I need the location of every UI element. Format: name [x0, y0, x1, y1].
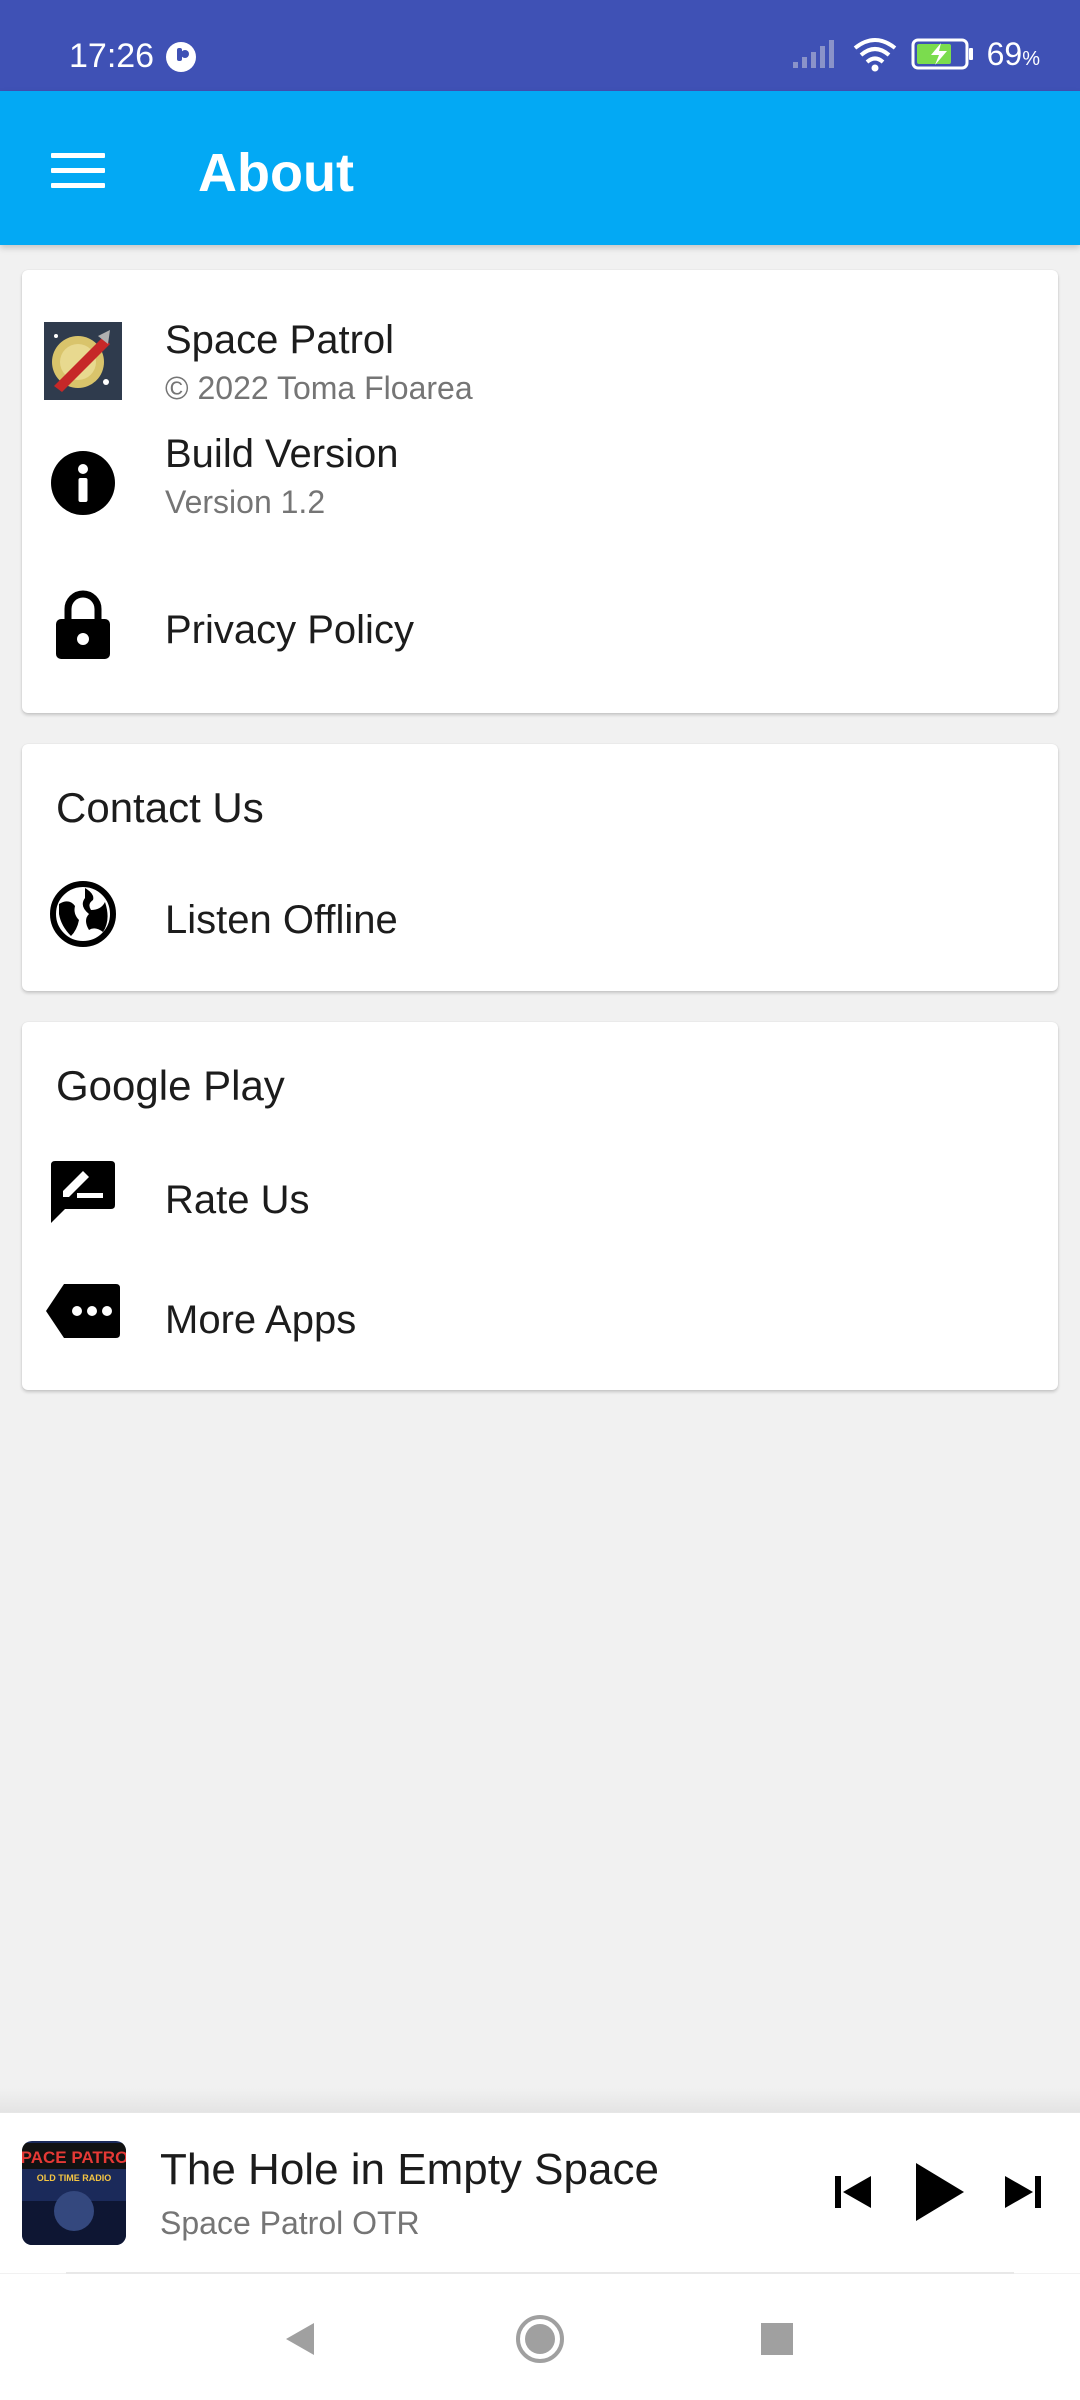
nav-recents-button[interactable]	[732, 2296, 822, 2386]
contact-heading: Contact Us	[56, 784, 264, 831]
battery-charging-icon	[911, 37, 975, 76]
app-bar: About	[0, 91, 1080, 245]
about-card: Space Patrol © 2022 Toma Floarea Build V…	[22, 270, 1058, 713]
rate-us-label: Rate Us	[165, 1178, 310, 1222]
nav-back-button[interactable]	[255, 2296, 345, 2386]
skip-previous-button[interactable]	[818, 2159, 888, 2229]
notification-icon	[164, 40, 198, 74]
google-play-heading: Google Play	[56, 1062, 285, 1109]
more-apps-icon	[44, 1272, 122, 1350]
listen-offline-row[interactable]: Listen Offline	[22, 864, 1058, 974]
privacy-policy-label: Privacy Policy	[165, 608, 414, 652]
build-version-row: Build Version Version 1.2	[22, 410, 1058, 530]
build-version-value: Version 1.2	[165, 484, 326, 520]
battery-level: 69%	[986, 35, 1040, 72]
privacy-policy-row[interactable]: Privacy Policy	[22, 560, 1058, 690]
album-art: SPACE PATROL OLD TIME RADIO	[22, 2141, 126, 2245]
info-icon	[44, 444, 122, 522]
wifi-icon	[851, 36, 899, 77]
contact-card: Contact Us Listen Offline	[22, 744, 1058, 991]
app-info-row: Space Patrol © 2022 Toma Floarea	[22, 270, 1058, 410]
back-triangle-icon	[280, 2319, 320, 2364]
signal-icon	[791, 38, 839, 75]
menu-button[interactable]	[38, 133, 118, 213]
lock-icon	[44, 586, 122, 664]
app-logo-icon	[44, 322, 122, 400]
more-apps-row[interactable]: More Apps	[22, 1262, 1058, 1377]
track-title: The Hole in Empty Space	[160, 2145, 659, 2194]
more-apps-label: More Apps	[165, 1298, 357, 1342]
home-circle-icon	[514, 2313, 566, 2370]
player-shadow	[0, 2088, 1080, 2112]
recents-square-icon	[759, 2321, 795, 2362]
play-icon	[914, 2161, 966, 2228]
copyright-text: © 2022 Toma Floarea	[165, 370, 473, 406]
system-nav-bar	[0, 2274, 1080, 2400]
rate-us-row[interactable]: Rate Us	[22, 1142, 1058, 1257]
album-art-title: SPACE PATROL	[22, 2148, 126, 2167]
mini-player[interactable]: SPACE PATROL OLD TIME RADIO The Hole in …	[0, 2112, 1080, 2273]
skip-next-button[interactable]	[990, 2159, 1056, 2229]
skip-next-icon	[1003, 2172, 1043, 2217]
build-version-label: Build Version	[165, 432, 399, 476]
nav-home-button[interactable]	[495, 2296, 585, 2386]
hamburger-menu-icon	[51, 151, 105, 196]
status-indicators: 69%	[791, 36, 1040, 76]
globe-icon	[44, 875, 122, 953]
play-button[interactable]	[900, 2149, 980, 2239]
google-play-card: Google Play Rate Us More Apps	[22, 1022, 1058, 1390]
status-bar: 17:26 69%	[0, 0, 1080, 91]
app-name: Space Patrol	[165, 318, 395, 362]
status-time: 17:26	[69, 37, 155, 75]
album-art-subtitle: OLD TIME RADIO	[37, 2173, 112, 2183]
listen-offline-label: Listen Offline	[165, 898, 398, 942]
page-title: About	[198, 143, 354, 203]
rate-review-icon	[44, 1154, 122, 1232]
skip-previous-icon	[833, 2172, 873, 2217]
track-subtitle: Space Patrol OTR	[160, 2205, 420, 2241]
